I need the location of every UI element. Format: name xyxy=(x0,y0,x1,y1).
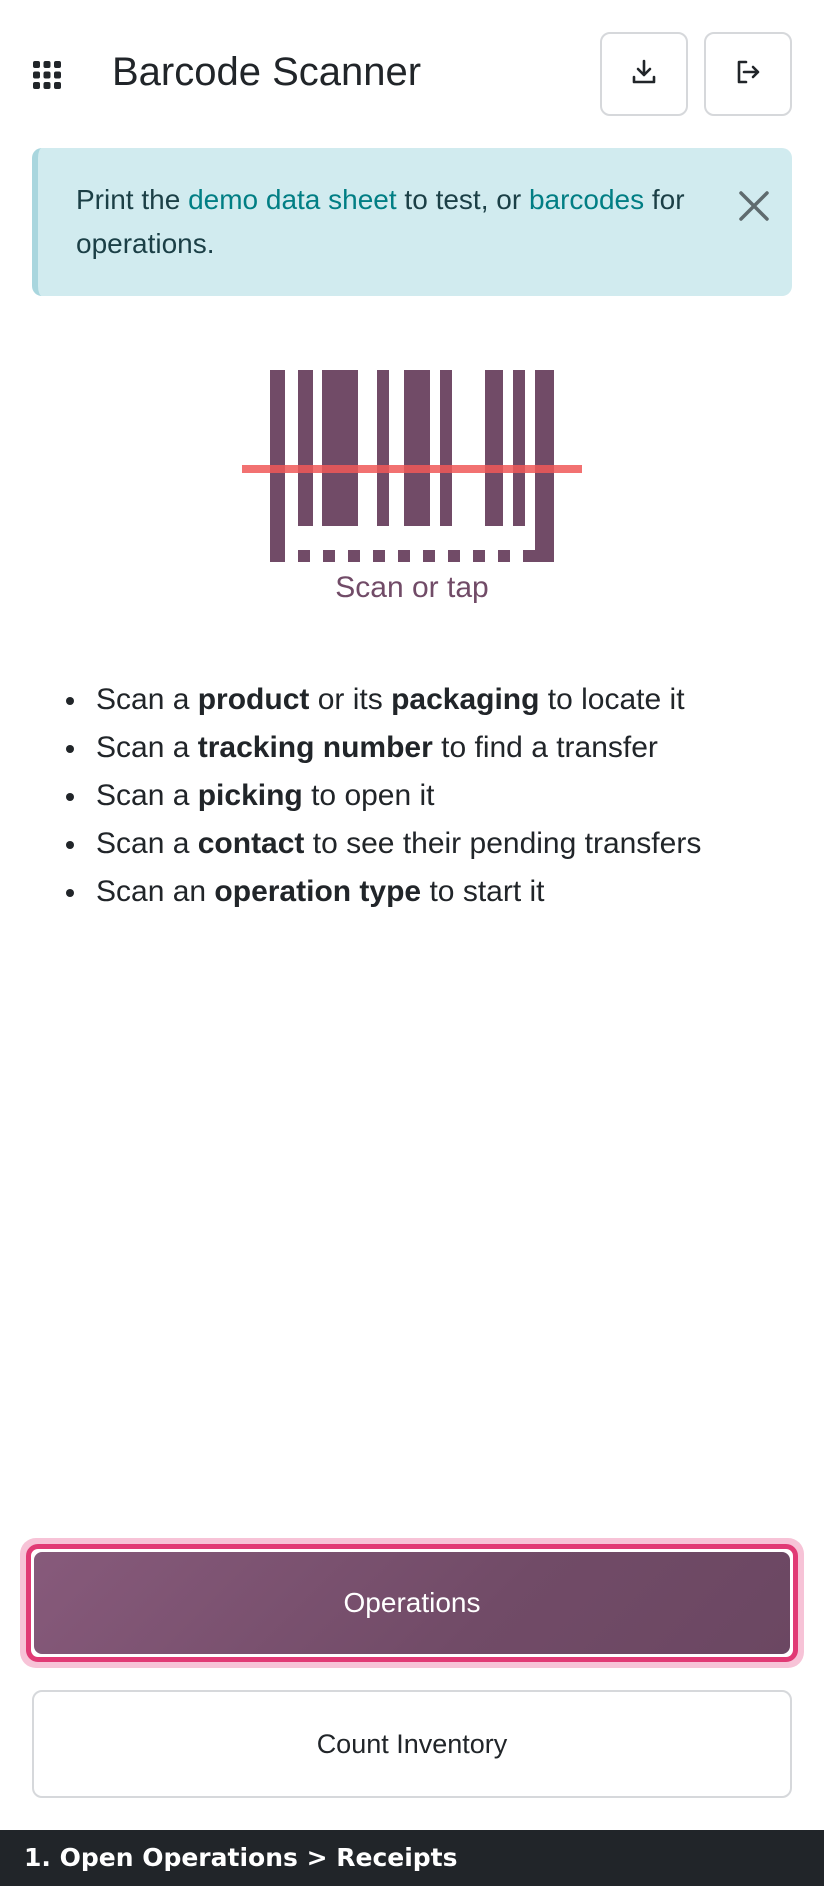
close-icon[interactable] xyxy=(732,184,776,228)
alert-text-start: Print the xyxy=(76,184,189,215)
demo-data-sheet-link[interactable]: demo data sheet xyxy=(188,184,397,215)
list-item: Scan an operation type to start it xyxy=(66,868,796,916)
download-icon xyxy=(632,59,656,90)
list-item: Scan a product or its packaging to locat… xyxy=(66,676,796,724)
scan-tap-area[interactable]: Scan or tap xyxy=(240,368,584,608)
list-item: Scan a picking to open it xyxy=(66,772,796,820)
logout-button[interactable] xyxy=(704,32,792,116)
info-alert: Print the demo data sheet to test, or ba… xyxy=(32,148,792,296)
alert-message: Print the demo data sheet to test, or ba… xyxy=(76,178,716,266)
list-item: Scan a contact to see their pending tran… xyxy=(66,820,796,868)
barcodes-link[interactable]: barcodes xyxy=(529,184,644,215)
top-bar: Barcode Scanner xyxy=(0,0,824,146)
operations-button-label: Operations xyxy=(34,1552,790,1654)
barcode-icon xyxy=(242,370,582,562)
download-button[interactable] xyxy=(600,32,688,116)
apps-grid-icon[interactable] xyxy=(32,60,62,90)
scan-hints-list: Scan a product or its packaging to locat… xyxy=(66,676,796,916)
scan-label: Scan or tap xyxy=(335,571,489,604)
logout-icon xyxy=(735,59,761,90)
scan-laser-line xyxy=(242,465,582,473)
list-item: Scan a tracking number to find a transfe… xyxy=(66,724,796,772)
tour-step-bar: 1. Open Operations > Receipts xyxy=(0,1830,824,1886)
page-title: Barcode Scanner xyxy=(112,50,422,94)
alert-text-middle: to test, or xyxy=(396,184,529,215)
operations-button[interactable]: Operations xyxy=(26,1544,798,1662)
count-inventory-button[interactable]: Count Inventory xyxy=(32,1690,792,1798)
